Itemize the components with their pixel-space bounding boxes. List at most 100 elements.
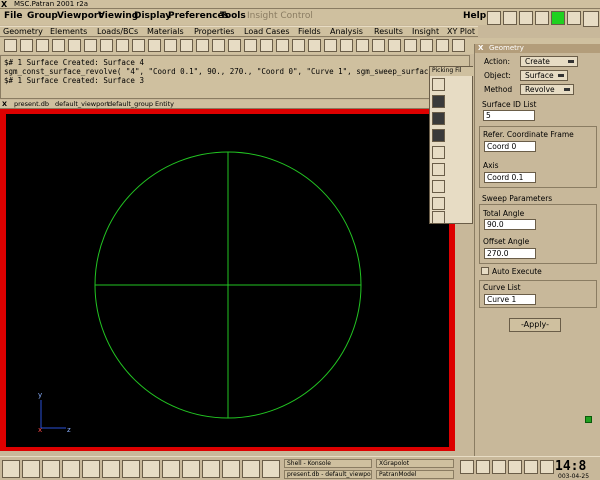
zoom-in-icon[interactable]	[84, 39, 97, 52]
view-front-icon[interactable]	[20, 39, 33, 52]
app-menu-properties[interactable]: Properties	[194, 27, 234, 36]
task-patranmodel[interactable]: PatranModel	[376, 470, 454, 479]
highlight-icon[interactable]	[452, 39, 465, 52]
ref-frame-input[interactable]: Coord 0	[484, 141, 536, 152]
node-icon[interactable]	[276, 39, 289, 52]
undo-icon[interactable]	[519, 11, 533, 25]
total-angle-input[interactable]: 90.0	[484, 219, 536, 230]
app-menu-insight[interactable]: Insight	[412, 27, 439, 36]
help-lifebuoy-icon[interactable]	[82, 460, 100, 478]
calculator-icon[interactable]	[202, 460, 220, 478]
desktop-3-icon[interactable]	[262, 460, 280, 478]
point-icon[interactable]	[436, 39, 449, 52]
app-menu-analysis[interactable]: Analysis	[330, 27, 363, 36]
pick-face-icon[interactable]	[432, 180, 445, 193]
start-menu-icon[interactable]	[2, 460, 20, 478]
pick-cursor-icon[interactable]	[432, 146, 445, 159]
office-icon[interactable]	[162, 460, 180, 478]
tray-icon[interactable]	[460, 460, 474, 474]
label-icon[interactable]	[260, 39, 273, 52]
select-icon[interactable]	[180, 39, 193, 52]
surface-id-input[interactable]: 5	[483, 110, 535, 121]
tray-icon[interactable]	[524, 460, 538, 474]
menu-help[interactable]: Help	[463, 11, 486, 21]
undo-tool-icon[interactable]	[4, 39, 17, 52]
object-select[interactable]: Surface	[520, 70, 568, 81]
app-menu-fields[interactable]: Fields	[298, 27, 321, 36]
edit-icon[interactable]	[503, 11, 517, 25]
vector-icon[interactable]	[420, 39, 433, 52]
mail-icon[interactable]	[102, 460, 120, 478]
axis-input[interactable]: Coord 0.1	[484, 172, 536, 183]
smooth-shaded-icon[interactable]	[244, 39, 257, 52]
zoom-out-icon[interactable]	[100, 39, 113, 52]
curve-icon[interactable]	[340, 39, 353, 52]
rotate-icon[interactable]	[116, 39, 129, 52]
pick-surface-icon[interactable]	[432, 129, 445, 142]
method-select[interactable]: Revolve	[520, 84, 574, 95]
plane-icon[interactable]	[404, 39, 417, 52]
menu-display[interactable]: Display	[134, 11, 171, 21]
task-xgrapolot[interactable]: XGrapolot	[376, 459, 454, 468]
tray-icon[interactable]	[540, 460, 554, 474]
menu-tools[interactable]: Tools	[220, 11, 246, 21]
desktop-2-icon[interactable]	[242, 460, 260, 478]
solid-icon[interactable]	[372, 39, 385, 52]
editor-icon[interactable]	[142, 460, 160, 478]
x-icon[interactable]: X	[1, 0, 7, 9]
view-iso-icon[interactable]	[68, 39, 81, 52]
menu-group[interactable]: Group	[27, 11, 58, 21]
shaded-icon[interactable]	[228, 39, 241, 52]
file-manager-icon[interactable]	[62, 460, 80, 478]
close-icon[interactable]: X	[478, 44, 483, 52]
element-icon[interactable]	[292, 39, 305, 52]
stop-icon[interactable]	[535, 11, 549, 25]
coord-icon[interactable]	[388, 39, 401, 52]
pick-edge-icon[interactable]	[432, 163, 445, 176]
menu-viewing[interactable]: Viewing	[98, 11, 138, 21]
app-menu-elements[interactable]: Elements	[50, 27, 87, 36]
center-icon[interactable]	[148, 39, 161, 52]
browser-icon[interactable]	[122, 460, 140, 478]
curve-list-input[interactable]: Curve 1	[484, 294, 536, 305]
tray-icon[interactable]	[492, 460, 506, 474]
app-menu-load-cases[interactable]: Load Cases	[244, 27, 289, 36]
viewport-x-icon[interactable]: X	[2, 100, 7, 108]
pick-any-icon[interactable]	[432, 78, 445, 91]
app-menu-geometry[interactable]: Geometry	[3, 27, 43, 36]
pick-point-icon[interactable]	[432, 95, 445, 108]
hidden-line-icon[interactable]	[212, 39, 225, 52]
print-icon[interactable]	[487, 11, 501, 25]
mesh-icon[interactable]	[324, 39, 337, 52]
menu-insight-control[interactable]: Insight Control	[247, 11, 313, 21]
home-icon[interactable]	[22, 460, 40, 478]
settings-icon[interactable]	[182, 460, 200, 478]
viewport-canvas[interactable]: y x z	[6, 114, 449, 447]
tray-icon[interactable]	[508, 460, 522, 474]
action-select[interactable]: Create	[520, 56, 578, 67]
menu-viewport[interactable]: Viewport	[57, 11, 103, 21]
task-konsole[interactable]: Shell - Konsole	[284, 459, 372, 468]
app-menu-loads-bcs[interactable]: Loads/BCs	[97, 27, 138, 36]
apply-button[interactable]: -Apply-	[509, 318, 561, 332]
app-menu-xy-plot[interactable]: XY Plot	[447, 27, 475, 36]
surface-icon[interactable]	[356, 39, 369, 52]
offset-angle-input[interactable]: 270.0	[484, 248, 536, 259]
pick-curve-icon[interactable]	[432, 112, 445, 125]
pan-icon[interactable]	[164, 39, 177, 52]
desktop-1-icon[interactable]	[222, 460, 240, 478]
fit-view-icon[interactable]	[132, 39, 145, 52]
tray-icon[interactable]	[476, 460, 490, 474]
wireframe-icon[interactable]	[196, 39, 209, 52]
view-side-icon[interactable]	[52, 39, 65, 52]
menu-file[interactable]: File	[4, 11, 22, 21]
app-menu-results[interactable]: Results	[374, 27, 403, 36]
task-viewport[interactable]: present.db - default_viewport - ...	[284, 470, 372, 479]
group-icon[interactable]	[308, 39, 321, 52]
pick-vertex-icon[interactable]	[432, 197, 445, 210]
pick-solid-icon[interactable]	[432, 211, 445, 224]
terminal-icon[interactable]	[42, 460, 60, 478]
auto-execute-checkbox[interactable]	[481, 267, 489, 275]
app-menu-materials[interactable]: Materials	[147, 27, 184, 36]
refresh-icon[interactable]	[567, 11, 581, 25]
